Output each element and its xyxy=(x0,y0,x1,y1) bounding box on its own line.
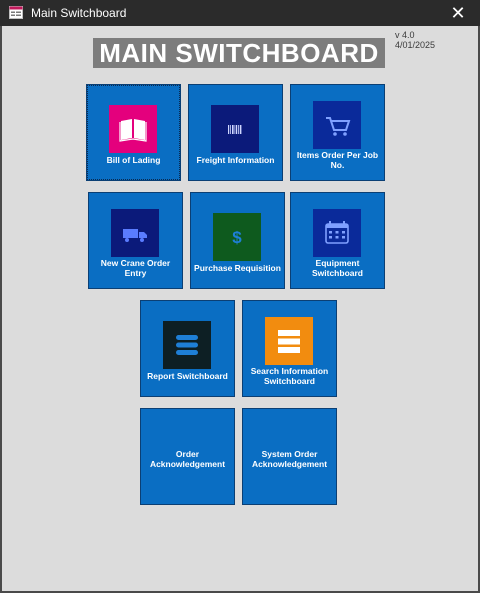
system-order-acknowledgement-button[interactable]: System Order Acknowledgement xyxy=(242,408,337,505)
bill-of-lading-label: Bill of Lading xyxy=(106,155,161,165)
report-switchboard-button[interactable]: Report Switchboard xyxy=(140,300,235,397)
page-title: MAIN SWITCHBOARD xyxy=(93,38,385,68)
search-information-switchboard-label: Search Information Switchboard xyxy=(250,366,329,386)
items-order-per-job-button[interactable]: Items Order Per Job No. xyxy=(290,84,385,181)
form-icon xyxy=(9,6,23,19)
switchboard-form: MAIN SWITCHBOARD v 4.0 4/01/2025 Bill of… xyxy=(2,26,478,591)
freight-information-label: Freight Information xyxy=(196,155,275,165)
truck-icon xyxy=(111,209,159,257)
barcode-icon xyxy=(211,105,259,153)
book-icon xyxy=(109,105,157,153)
purchase-requisition-button[interactable]: $ Purchase Requisition xyxy=(190,192,285,289)
shopping-cart-icon xyxy=(313,101,361,149)
order-acknowledgement-label: Order Acknowledgement xyxy=(149,449,226,469)
freight-information-button[interactable]: Freight Information xyxy=(188,84,283,181)
close-icon: ✕ xyxy=(450,3,466,23)
svg-text:$: $ xyxy=(232,228,242,247)
stack-icon xyxy=(163,321,211,369)
report-switchboard-label: Report Switchboard xyxy=(147,371,228,381)
window-title: Main Switchboard xyxy=(31,6,127,20)
items-order-per-job-label: Items Order Per Job No. xyxy=(296,150,379,170)
purchase-requisition-label: Purchase Requisition xyxy=(194,263,281,273)
dollar-icon: $ xyxy=(213,213,261,261)
version-date: 4/01/2025 xyxy=(395,40,436,50)
new-crane-order-entry-label: New Crane Order Entry xyxy=(100,258,171,278)
bill-of-lading-button[interactable]: Bill of Lading xyxy=(86,84,181,181)
window-titlebar[interactable]: Main Switchboard ✕ xyxy=(0,0,480,26)
list-icon xyxy=(265,317,313,365)
equipment-switchboard-label: Equipment Switchboard xyxy=(311,258,363,278)
calendar-icon xyxy=(313,209,361,257)
close-button[interactable]: ✕ xyxy=(436,0,480,26)
equipment-switchboard-button[interactable]: Equipment Switchboard xyxy=(290,192,385,289)
version-number: v 4.0 xyxy=(395,30,415,40)
order-acknowledgement-button[interactable]: Order Acknowledgement xyxy=(140,408,235,505)
new-crane-order-entry-button[interactable]: New Crane Order Entry xyxy=(88,192,183,289)
version-info: v 4.0 4/01/2025 xyxy=(395,30,435,50)
search-information-switchboard-button[interactable]: Search Information Switchboard xyxy=(242,300,337,397)
system-order-acknowledgement-label: System Order Acknowledgement xyxy=(251,449,328,469)
